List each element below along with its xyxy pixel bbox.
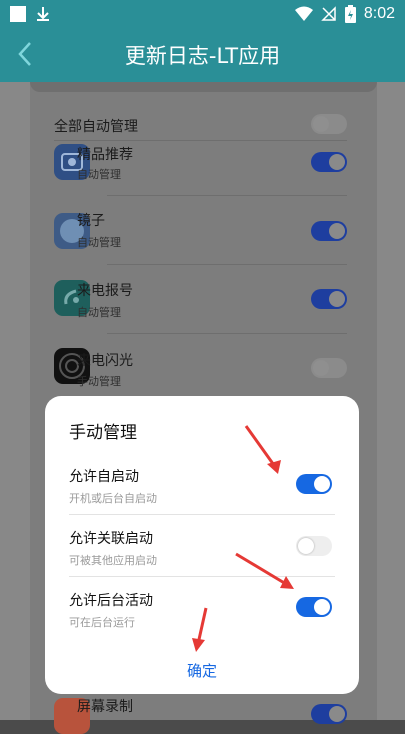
master-label: 全部自动管理 [54,119,138,135]
annotation-arrow [244,425,281,474]
download-icon [37,7,49,21]
list-item-title: 精品推荐 [77,147,133,163]
option-title: 允许关联启动 [69,531,153,547]
status-bar: 8:02 [0,0,405,28]
background-activity-toggle[interactable] [296,597,332,617]
option-subtitle: 可被其他应用启动 [69,554,157,567]
notification-icon [10,6,26,22]
annotation-arrow [235,552,294,589]
option-title: 允许自启动 [69,469,139,485]
list-item-title: 来电报号 [77,283,133,299]
option-subtitle: 开机或后台自启动 [69,492,157,505]
no-sim-icon [321,6,336,21]
autostart-toggle[interactable] [296,474,332,494]
item-toggle[interactable] [311,221,347,241]
option-subtitle: 可在后台运行 [69,616,135,629]
search-bar-remnant [30,82,377,92]
item-toggle[interactable] [311,152,347,172]
master-toggle[interactable] [311,114,347,134]
list-item-title: 屏幕录制 [77,699,133,715]
list-item-subtitle: 自动管理 [77,306,121,319]
list-item-subtitle: 自动管理 [77,168,121,181]
clock: 8:02 [363,5,395,22]
annotation-arrow [192,607,208,652]
item-toggle[interactable] [311,704,347,724]
battery-icon [344,5,356,23]
app-bar: 更新日志-LT应用 [0,28,405,82]
list-item-title: 来电闪光 [77,353,133,369]
list-item-subtitle: 自动管理 [77,236,121,249]
linked-start-toggle[interactable] [296,536,332,556]
item-toggle[interactable] [311,289,347,309]
confirm-button[interactable]: 确定 [45,660,359,681]
list-item-title: 镜子 [77,213,105,229]
page-title: 更新日志-LT应用 [124,44,281,68]
dialog-title: 手动管理 [69,423,137,443]
wifi-icon [294,6,313,21]
item-toggle[interactable] [311,358,347,378]
option-title: 允许后台活动 [69,593,153,609]
list-item-subtitle: 手动管理 [77,375,121,388]
